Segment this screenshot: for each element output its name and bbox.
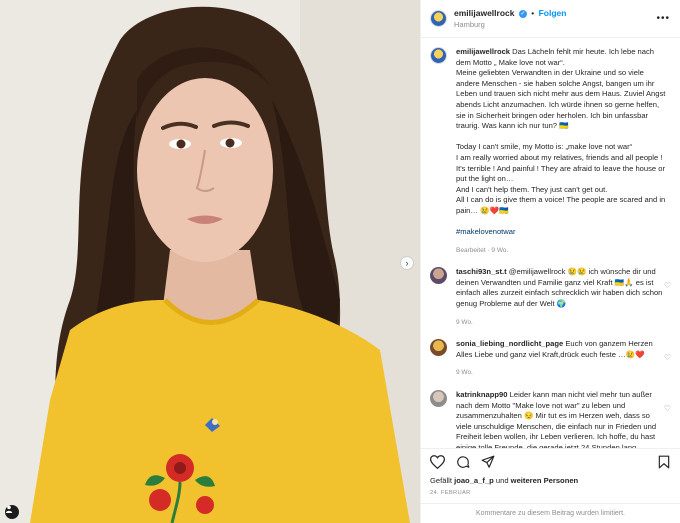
comment-like-heart-icon[interactable]: ♡	[664, 353, 671, 362]
like-button[interactable]	[429, 453, 446, 470]
comment-body: sonia_liebing_nordlicht_page Euch von ga…	[456, 339, 667, 379]
comment-meta: 9 Wo.	[456, 318, 473, 326]
caption-avatar[interactable]	[430, 47, 447, 64]
comments-scroll-area[interactable]: emilijawellrock Das Lächeln fehlt mir he…	[421, 38, 680, 448]
comment-item: sonia_liebing_nordlicht_page Euch von ga…	[430, 339, 671, 379]
caption-body: emilijawellrock Das Lächeln fehlt mir he…	[456, 47, 667, 256]
caption-text-en-2: I am really worried about my relatives, …	[456, 152, 665, 184]
comment-body: katrinknapp90 Leider kann man nicht viel…	[456, 390, 667, 448]
person-icon	[5, 505, 13, 513]
follow-button[interactable]: Folgen	[539, 8, 567, 18]
verified-badge-icon: ✓	[518, 9, 527, 18]
comment-icon	[456, 455, 469, 468]
header-username[interactable]: emilijawellrock	[454, 8, 514, 18]
comment-username[interactable]: katrinknapp90	[456, 390, 508, 399]
post-side-panel: emilijawellrock ✓ • Folgen Hamburg ••• e…	[420, 0, 680, 523]
comments-limited-notice: Kommentare zu diesem Beitrag wurden limi…	[421, 503, 680, 523]
avatar[interactable]	[430, 10, 447, 27]
hashtag-link[interactable]: #makelovenotwar	[456, 227, 667, 238]
next-image-button[interactable]: ›	[400, 256, 414, 270]
share-button[interactable]	[479, 453, 496, 470]
comment-body: taschi93n_st.t @emilijawellrock 😢😢 ich w…	[456, 267, 667, 328]
caption-text-en-1: Today I can't smile, my Motto is: „make …	[456, 142, 633, 152]
caption-username[interactable]: emilijawellrock	[456, 47, 510, 56]
likes-prefix: Gefällt	[430, 476, 452, 485]
share-icon	[481, 455, 494, 468]
comment-like-heart-icon[interactable]: ♡	[664, 281, 671, 290]
more-options-button[interactable]: •••	[656, 13, 670, 24]
likes-user[interactable]: joao_a_f_p	[454, 476, 494, 485]
post-date[interactable]: 24. FEBRUAR	[430, 490, 471, 496]
likes-middle: und	[495, 476, 509, 485]
comment-avatar[interactable]	[430, 339, 447, 357]
comment-username[interactable]: taschi93n_st.t	[456, 267, 507, 276]
comment-button[interactable]	[454, 453, 471, 470]
caption-text-en-3: And I can't help them. They just can't g…	[456, 184, 608, 194]
comment-like-heart-icon[interactable]: ♡	[664, 404, 671, 413]
location-link[interactable]: Hamburg	[454, 20, 566, 29]
comment-item: taschi93n_st.t @emilijawellrock 😢😢 ich w…	[430, 267, 671, 328]
save-button[interactable]	[655, 453, 672, 470]
tagged-users-button[interactable]	[5, 505, 19, 519]
comment-avatar[interactable]	[430, 390, 447, 408]
comment-meta: 9 Wo.	[456, 369, 473, 377]
portrait-image	[0, 0, 420, 523]
post-header: emilijawellrock ✓ • Folgen Hamburg •••	[421, 0, 680, 38]
bookmark-icon	[658, 455, 669, 468]
post-photo[interactable]: ›	[0, 0, 420, 523]
caption-text-de-2: Meine geliebten Verwandten in der Ukrain…	[456, 68, 666, 131]
caption-meta: Bearbeitet · 9 Wo.	[456, 246, 509, 254]
header-text: emilijawellrock ✓ • Folgen Hamburg	[454, 8, 566, 29]
likes-summary: Gefällt joao_a_f_p und weiteren Personen	[430, 476, 578, 485]
caption: emilijawellrock Das Lächeln fehlt mir he…	[430, 47, 671, 256]
action-bar	[421, 448, 680, 474]
comment-username[interactable]: sonia_liebing_nordlicht_page	[456, 339, 563, 348]
likes-others-link[interactable]: weiteren Personen	[511, 476, 579, 485]
caption-text-en-4: All I can do is give them a voice! The p…	[456, 195, 666, 215]
comment-item: katrinknapp90 Leider kann man nicht viel…	[430, 390, 671, 448]
comment-avatar[interactable]	[430, 267, 447, 285]
separator-dot: •	[531, 8, 535, 18]
heart-icon	[430, 454, 445, 469]
